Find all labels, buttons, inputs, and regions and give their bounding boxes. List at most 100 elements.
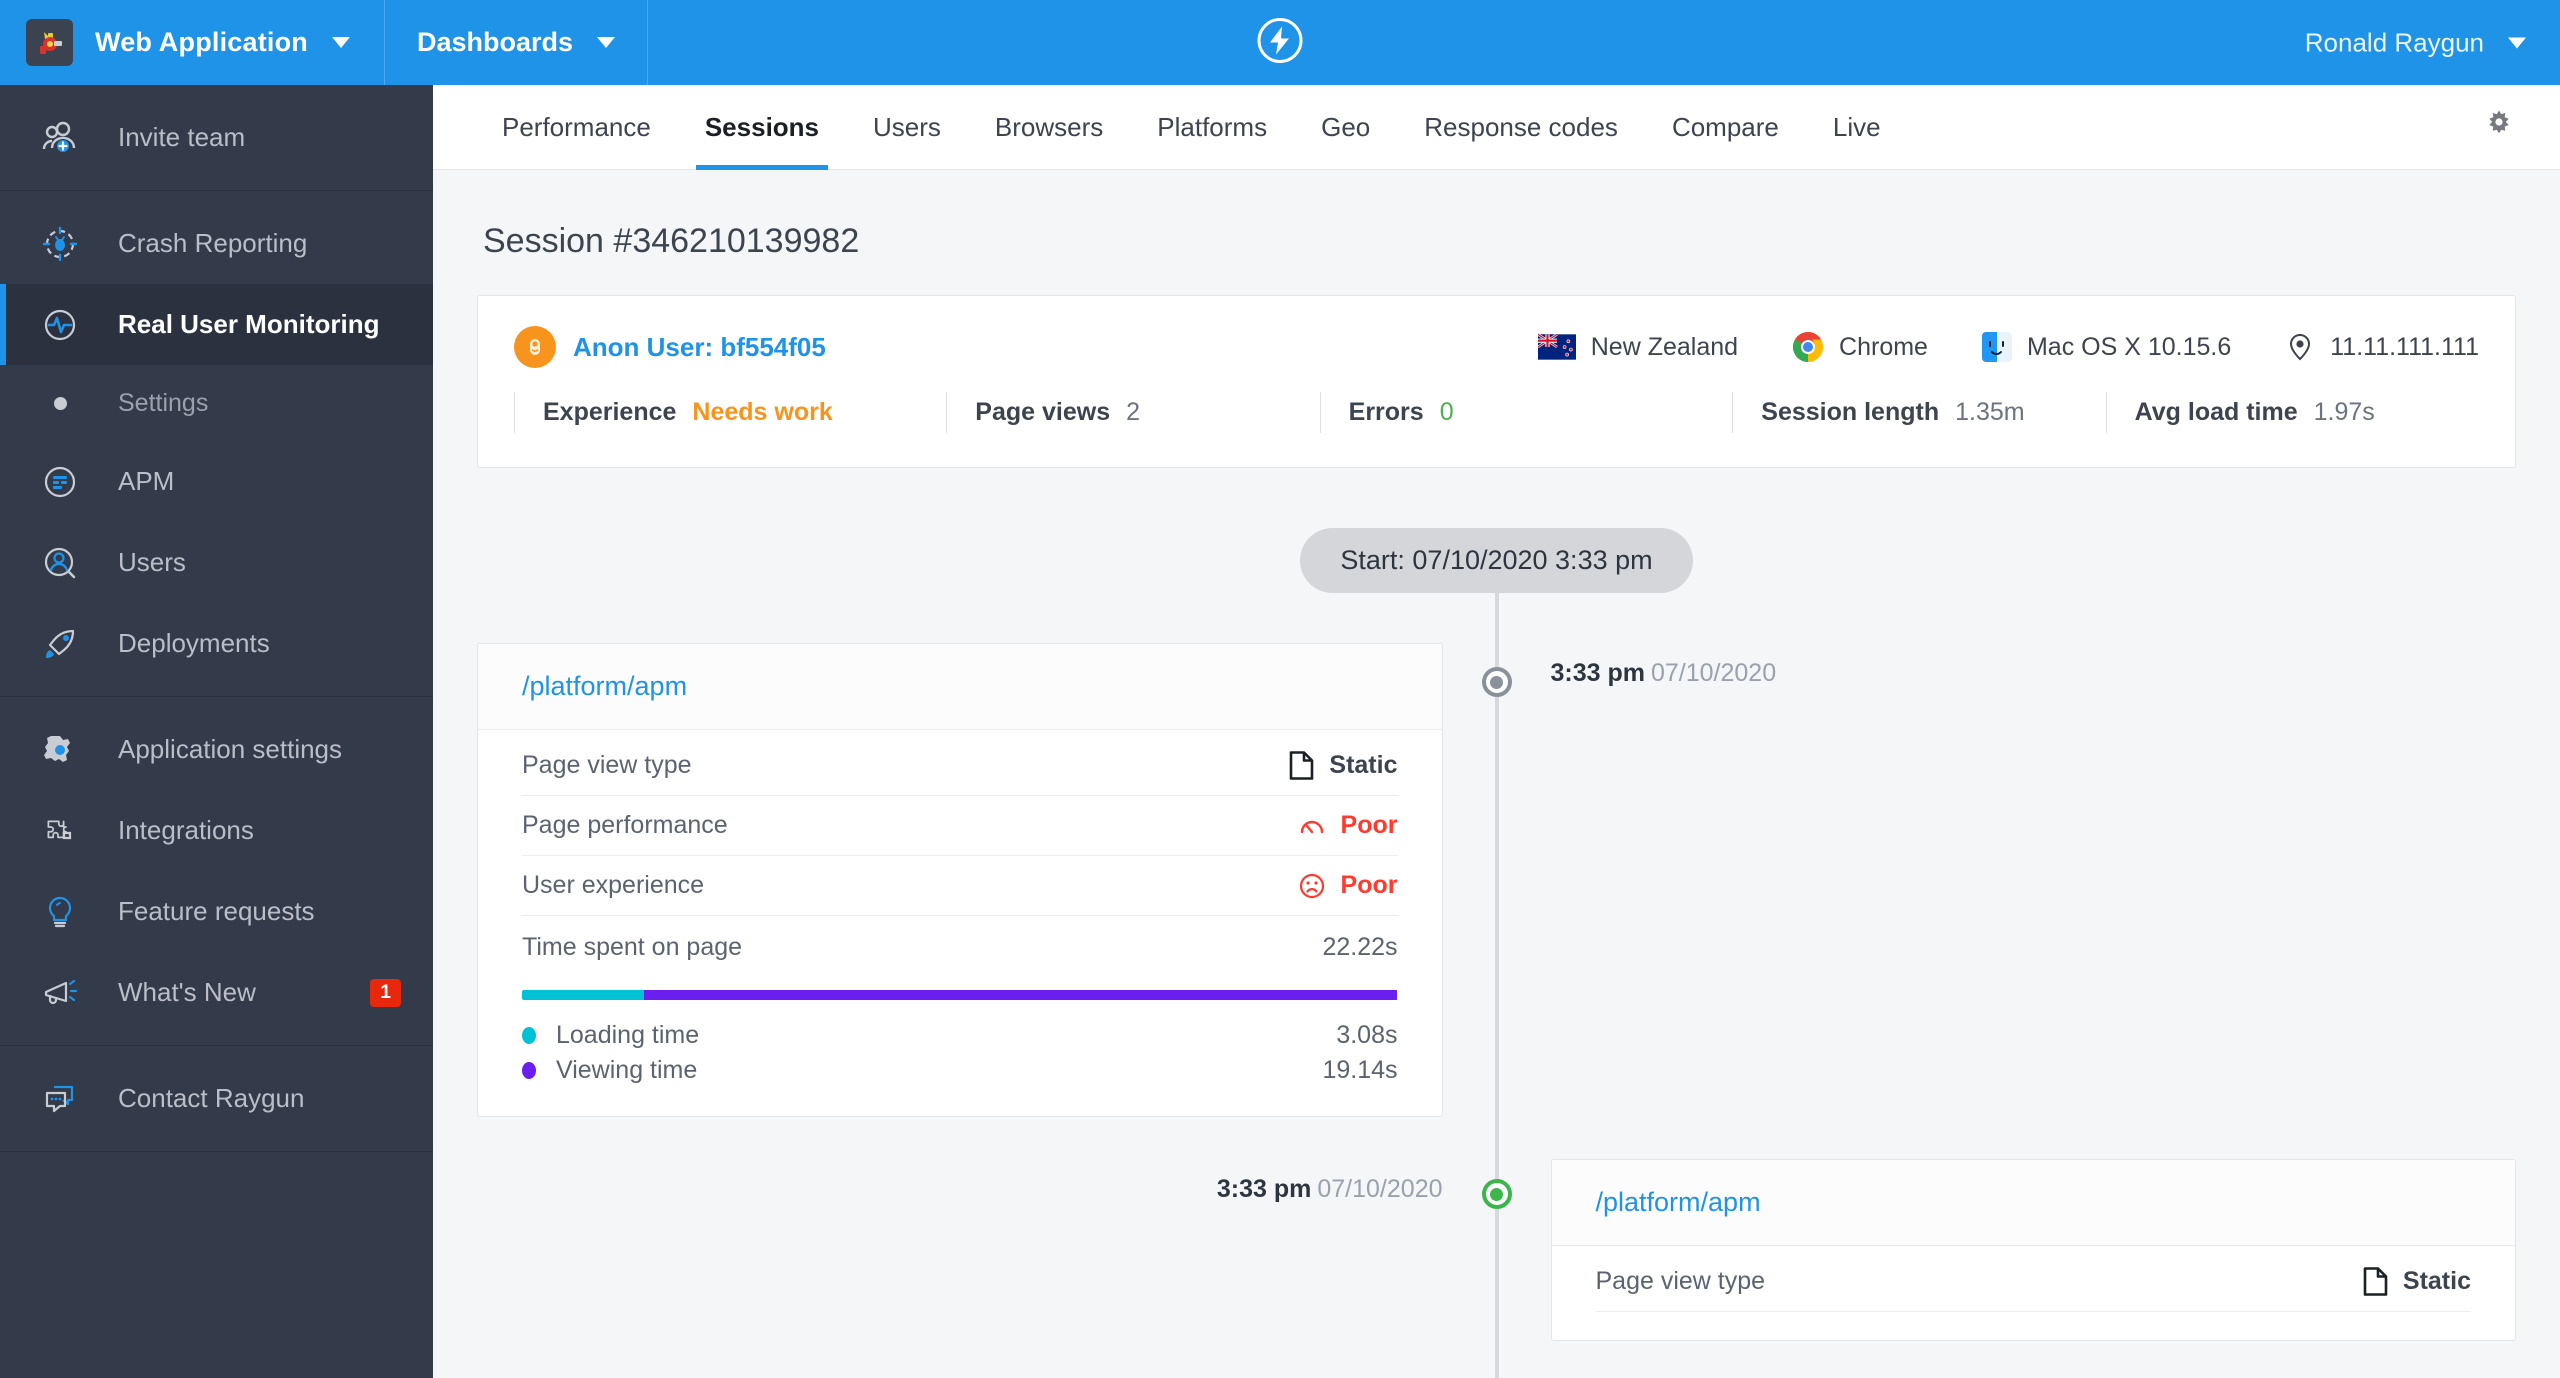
- sidebar-item-contact-raygun[interactable]: Contact Raygun: [0, 1058, 433, 1139]
- sidebar-item-label: APM: [118, 466, 175, 496]
- session-detail-content: Session #346210139982 Anon User: bf554f0…: [433, 170, 2560, 1378]
- tab-sessions[interactable]: Sessions: [678, 85, 846, 170]
- tab-label: Compare: [1671, 111, 1779, 142]
- pageview-url-link[interactable]: /platform/apm: [1596, 1187, 1761, 1217]
- new-zealand-flag-icon: [1537, 334, 1576, 360]
- sidebar-item-users[interactable]: Users: [0, 522, 433, 603]
- app-selector[interactable]: Web Application: [0, 0, 386, 85]
- tab-performance[interactable]: Performance: [475, 85, 678, 169]
- chevron-down-icon: [332, 37, 351, 48]
- session-environment-list: New Zealand Chrome Mac OS X 10.15.6 11.1…: [1484, 331, 2479, 363]
- tab-label: Sessions: [704, 111, 820, 142]
- row-value-text: Static: [1329, 751, 1398, 779]
- apm-icon: [34, 462, 86, 502]
- sidebar-item-apm[interactable]: APM: [0, 441, 433, 522]
- timeline-event-2: 3:33 pm 07/10/2020 /platform/apm Page vi…: [477, 1159, 2516, 1341]
- row-label: Page performance: [522, 811, 728, 839]
- pageview-card: /platform/apm Page view type: [1550, 1159, 2516, 1341]
- sidebar-item-invite-team[interactable]: Invite team: [0, 97, 433, 178]
- tab-platforms[interactable]: Platforms: [1130, 85, 1294, 169]
- timeline-node-green[interactable]: [1481, 1179, 1512, 1209]
- lightning-bolt-icon[interactable]: [1255, 15, 1305, 70]
- time-split-bar: [522, 990, 1398, 1000]
- platform-label: Mac OS X 10.15.6: [2026, 332, 2232, 361]
- sidebar-item-label: Contact Raygun: [118, 1083, 305, 1113]
- tab-compare[interactable]: Compare: [1645, 85, 1806, 169]
- chevron-down-icon: [2508, 37, 2526, 48]
- tab-label: Performance: [502, 111, 651, 142]
- invite-team-icon: [34, 118, 86, 158]
- gear-icon[interactable]: [2482, 108, 2516, 147]
- tab-label: Platforms: [1157, 111, 1268, 142]
- tab-live[interactable]: Live: [1806, 85, 1908, 169]
- sidebar-group-products: Crash Reporting Real User Monitoring Set…: [0, 191, 433, 697]
- stat-label: Experience: [543, 398, 677, 426]
- timeline-stamp-column: 3:33 pm 07/10/2020: [1497, 643, 2517, 703]
- sidebar-item-label: Integrations: [118, 815, 254, 845]
- sidebar-item-label: Real User Monitoring: [118, 309, 380, 339]
- timestamp-time: 3:33 pm: [1216, 1174, 1312, 1203]
- tab-label: Response codes: [1424, 111, 1618, 142]
- stat-value: Needs work: [692, 398, 833, 426]
- row-value-text: Poor: [1340, 811, 1398, 839]
- real-user-monitoring-icon: [34, 305, 86, 345]
- stat-label: Session length: [1761, 398, 1940, 426]
- legend-dot-loading-icon: [522, 1027, 536, 1044]
- tab-users[interactable]: Users: [846, 85, 968, 169]
- macos-finder-icon: [1981, 332, 2012, 362]
- gauge-icon: [1298, 812, 1326, 840]
- timeline-card-column: /platform/apm Page view type: [477, 643, 1497, 1117]
- pageview-card-header: /platform/apm: [478, 644, 1442, 730]
- legend-dot-viewing-icon: [522, 1062, 536, 1079]
- sidebar-item-feature-requests[interactable]: Feature requests: [0, 871, 433, 952]
- tab-label: Browsers: [994, 111, 1104, 142]
- timestamp-time: 3:33 pm: [1550, 658, 1645, 687]
- user-menu[interactable]: Ronald Raygun: [2305, 27, 2526, 58]
- sidebar-item-application-settings[interactable]: Application settings: [0, 709, 433, 790]
- sidebar-item-integrations[interactable]: Integrations: [0, 790, 433, 871]
- pageview-card-body: Page view type Static: [478, 730, 1442, 1116]
- sidebar-item-label: Invite team: [118, 122, 246, 152]
- timeline-timestamp: 3:33 pm 07/10/2020: [477, 1159, 1443, 1219]
- row-label: User experience: [522, 871, 705, 899]
- sidebar-item-label: Users: [118, 547, 186, 577]
- pageview-row-page-performance: Page performance Poor: [522, 796, 1398, 856]
- sidebar-item-deployments[interactable]: Deployments: [0, 603, 433, 684]
- session-browser: Chrome: [1792, 331, 1928, 363]
- sidebar-item-settings[interactable]: Settings: [0, 365, 433, 441]
- sidebar-item-real-user-monitoring[interactable]: Real User Monitoring: [0, 284, 433, 365]
- stat-value: 1.97s: [2313, 398, 2375, 426]
- timeline-timestamp: 3:33 pm 07/10/2020: [1551, 643, 2517, 703]
- pageview-row-time-spent: Time spent on page 22.22s: [522, 916, 1398, 978]
- pageview-card: /platform/apm Page view type: [477, 643, 1443, 1117]
- stat-value: 0: [1439, 398, 1454, 426]
- row-value-text: Poor: [1340, 871, 1398, 899]
- sidebar-item-whats-new[interactable]: What's New 1: [0, 952, 433, 1033]
- tab-browsers[interactable]: Browsers: [968, 85, 1130, 169]
- bar-segment-loading: [522, 990, 644, 1000]
- anon-user-link[interactable]: Anon User: bf554f05: [514, 326, 826, 368]
- sidebar-item-crash-reporting[interactable]: Crash Reporting: [0, 203, 433, 284]
- stat-errors: Errors 0: [1319, 392, 1733, 433]
- session-timeline: Start: 07/10/2020 3:33 pm /platform/apm …: [477, 528, 2517, 1378]
- stat-label: Errors: [1348, 398, 1424, 426]
- pageview-url-link[interactable]: /platform/apm: [522, 671, 687, 701]
- gear-icon: [34, 730, 86, 770]
- page-title: Session #346210139982: [483, 222, 860, 260]
- session-platform: Mac OS X 10.15.6: [1981, 332, 2232, 362]
- tab-response-codes[interactable]: Response codes: [1397, 85, 1645, 169]
- session-stats-row: Experience Needs work Page views 2 Error…: [478, 386, 2515, 467]
- section-tabs: Performance Sessions Users Browsers Plat…: [433, 85, 2560, 170]
- tab-geo[interactable]: Geo: [1294, 85, 1397, 169]
- stat-session-length: Session length 1.35m: [1732, 392, 2105, 433]
- bar-segment-viewing: [643, 990, 1398, 1000]
- timeline-start-pill: Start: 07/10/2020 3:33 pm: [1300, 528, 1693, 593]
- dashboards-selector[interactable]: Dashboards: [385, 0, 649, 85]
- session-info-card: Anon User: bf554f05 New Zealand Chrome M…: [477, 295, 2516, 468]
- timeline-node-grey[interactable]: [1481, 667, 1512, 697]
- timeline-stamp-column: 3:33 pm 07/10/2020: [477, 1159, 1497, 1219]
- tab-label: Live: [1832, 111, 1881, 142]
- row-value-text: Static: [2402, 1267, 2471, 1295]
- row-value-text: 22.22s: [1322, 932, 1398, 961]
- row-label: Page view type: [522, 751, 692, 779]
